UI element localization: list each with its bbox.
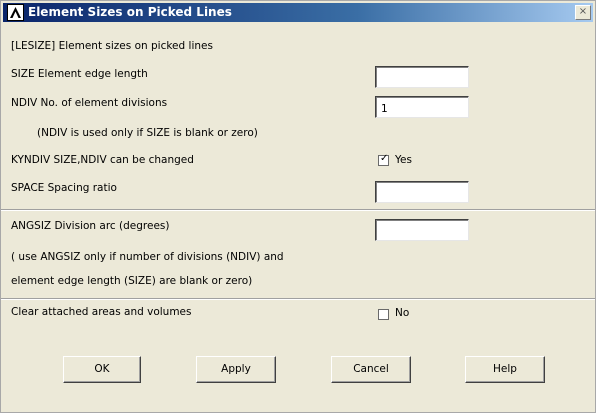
kyndiv-state-label: Yes — [395, 154, 412, 166]
ndiv-note: (NDIV is used only if SIZE is blank or z… — [37, 127, 258, 139]
space-label: SPACE Spacing ratio — [11, 182, 117, 194]
angsiz-label: ANGSIZ Division arc (degrees) — [11, 220, 170, 232]
angsiz-note-line1: ( use ANGSIZ only if number of divisions… — [11, 251, 284, 263]
clear-state-label: No — [395, 307, 410, 319]
clear-checkbox[interactable] — [378, 309, 389, 320]
title-bar[interactable]: Element Sizes on Picked Lines × — [3, 3, 593, 22]
kyndiv-label: KYNDIV SIZE,NDIV can be changed — [11, 154, 194, 166]
apply-button[interactable]: Apply — [196, 356, 276, 383]
ok-button[interactable]: OK — [63, 356, 141, 383]
lesize-dialog: Element Sizes on Picked Lines × [LESIZE]… — [0, 0, 596, 413]
kyndiv-checkbox[interactable]: ✓ — [378, 153, 389, 166]
help-button[interactable]: Help — [465, 356, 545, 383]
ansys-logo-icon — [7, 4, 24, 21]
space-input[interactable] — [375, 181, 469, 203]
close-icon[interactable]: × — [575, 5, 591, 20]
checkmark-icon: ✓ — [380, 153, 389, 164]
clear-label: Clear attached areas and volumes — [11, 306, 192, 318]
ndiv-input[interactable] — [375, 96, 469, 118]
angsiz-input[interactable] — [375, 219, 469, 241]
separator — [1, 209, 595, 211]
cancel-button[interactable]: Cancel — [331, 356, 411, 383]
window-title: Element Sizes on Picked Lines — [28, 5, 232, 19]
separator — [1, 298, 595, 300]
size-input[interactable] — [375, 66, 469, 88]
command-header: [LESIZE] Element sizes on picked lines — [11, 40, 213, 52]
angsiz-note-line2: element edge length (SIZE) are blank or … — [11, 275, 253, 287]
ndiv-label: NDIV No. of element divisions — [11, 97, 168, 109]
size-label: SIZE Element edge length — [11, 68, 148, 80]
